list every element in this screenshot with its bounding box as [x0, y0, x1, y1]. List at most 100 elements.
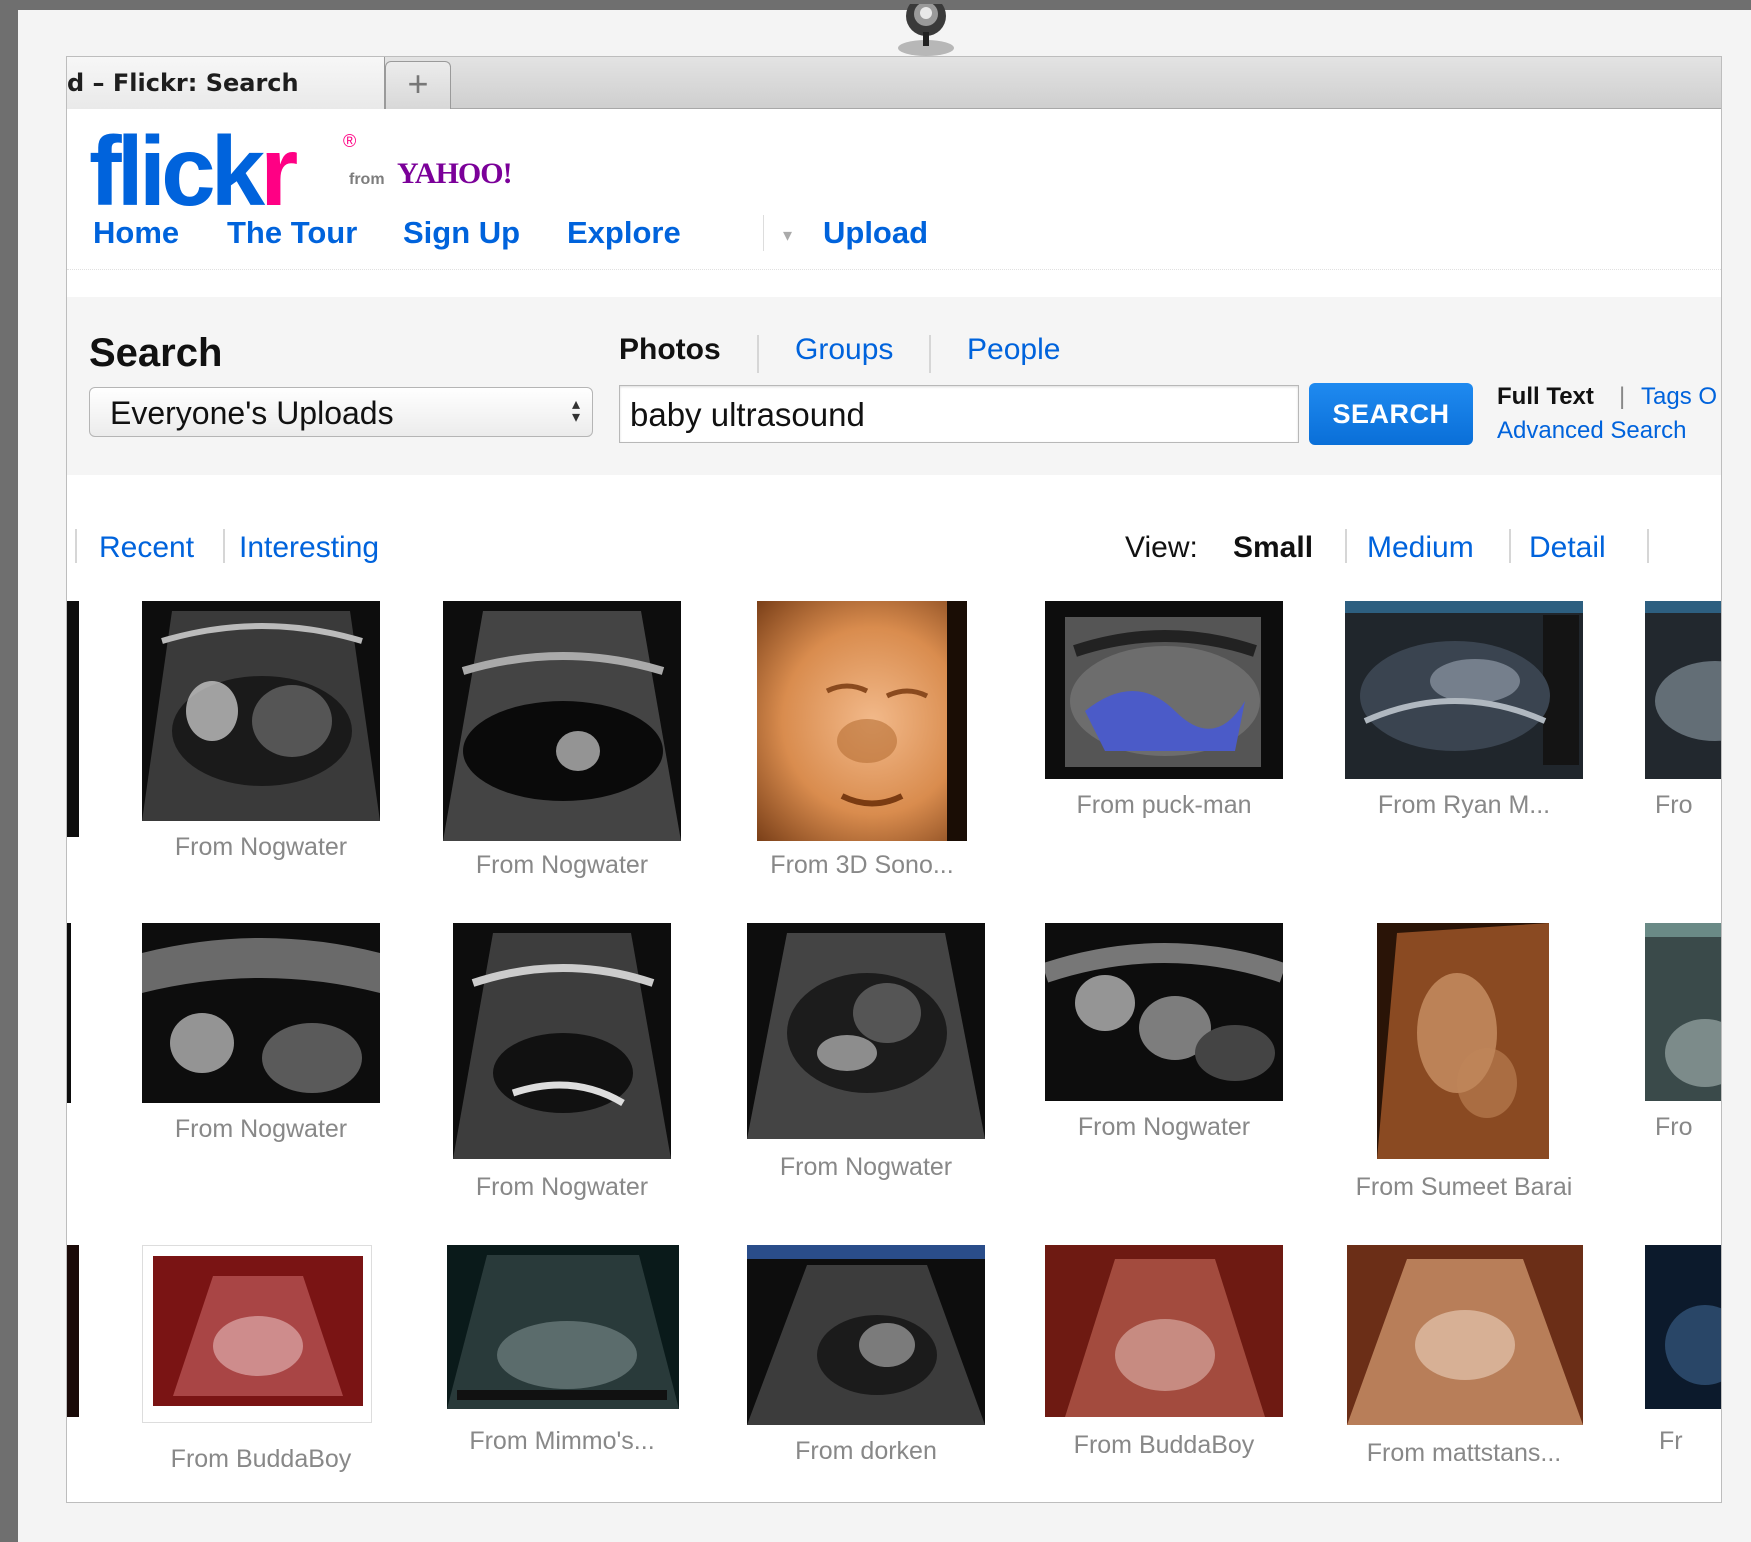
- photo-thumbnail[interactable]: [142, 923, 380, 1103]
- ultrasound-image: [1065, 617, 1261, 767]
- photo-thumbnail[interactable]: [142, 1245, 372, 1423]
- view-small[interactable]: Small: [1233, 531, 1313, 565]
- tab-separator: [929, 335, 931, 373]
- nav-sign-up[interactable]: Sign Up: [403, 215, 520, 251]
- yahoo-logo: YAHOO!: [397, 157, 513, 190]
- from-label: from: [349, 171, 385, 188]
- photo-thumbnail[interactable]: [1045, 601, 1283, 779]
- plus-icon: +: [407, 63, 429, 104]
- search-input-value: baby ultrasound: [630, 396, 865, 433]
- photo-thumbnail[interactable]: [1345, 601, 1583, 779]
- photo-thumbnail[interactable]: [1045, 923, 1283, 1101]
- view-separator: [1345, 529, 1347, 563]
- flickr-logo[interactable]: flickr ®: [89, 115, 356, 228]
- ultrasound-image: [142, 938, 380, 1093]
- photo-caption[interactable]: From Nogwater: [443, 1173, 681, 1202]
- ultrasound-image: [1665, 1305, 1721, 1385]
- photo-thumbnail[interactable]: [1645, 601, 1721, 779]
- 3d-ultrasound-face: [825, 601, 967, 841]
- browser-tab[interactable]: d – Flickr: Search: [67, 57, 385, 109]
- photo-thumbnail[interactable]: [1347, 1245, 1583, 1425]
- photo-caption[interactable]: From Nogwater: [747, 1153, 985, 1182]
- view-separator: [1647, 529, 1649, 563]
- nav-rule: [67, 269, 1721, 270]
- view-label: View:: [1125, 531, 1198, 564]
- sepia-ultrasound-image: [1347, 1259, 1583, 1425]
- photo-caption[interactable]: From BuddaBoy: [1045, 1431, 1283, 1460]
- nav-home[interactable]: Home: [93, 215, 179, 251]
- photo-thumbnail[interactable]: [447, 1245, 679, 1409]
- view-detail[interactable]: Detail: [1529, 531, 1606, 565]
- search-input[interactable]: baby ultrasound: [619, 385, 1299, 443]
- sort-separator: [223, 529, 225, 563]
- photo-caption[interactable]: From Ryan M...: [1345, 791, 1583, 820]
- photo-caption[interactable]: From Nogwater: [443, 851, 681, 880]
- photo-thumbnail[interactable]: [443, 601, 681, 841]
- ultrasound-image: [747, 933, 985, 1139]
- scope-select[interactable]: Everyone's Uploads ▴ ▾: [89, 387, 593, 437]
- results-toolbar: Recent Interesting View: Small Medium De…: [67, 525, 1721, 573]
- photo-thumbnail[interactable]: [1377, 923, 1549, 1159]
- tab-photos[interactable]: Photos: [619, 333, 721, 367]
- photo-caption[interactable]: Fr: [1659, 1427, 1721, 1456]
- registered-mark: ®: [343, 131, 357, 151]
- tab-groups[interactable]: Groups: [795, 333, 893, 367]
- photo-thumbnail[interactable]: [67, 923, 71, 1103]
- tab-title: d – Flickr: Search: [67, 69, 299, 97]
- ultrasound-image: [453, 933, 671, 1159]
- updown-arrow-icon: ▴ ▾: [571, 396, 580, 426]
- search-heading: Search: [89, 331, 223, 375]
- photo-caption[interactable]: From puck-man: [1045, 791, 1283, 820]
- photo-caption[interactable]: From Nogwater: [1045, 1113, 1283, 1142]
- photo-caption[interactable]: From Nogwater: [142, 1115, 380, 1144]
- nav-upload[interactable]: Upload: [823, 215, 928, 251]
- photo-thumbnail[interactable]: [757, 601, 967, 841]
- chevron-down-icon[interactable]: ▾: [783, 225, 792, 246]
- photo-caption[interactable]: From mattstans...: [1345, 1439, 1583, 1468]
- sort-separator: [75, 529, 77, 563]
- photo-caption[interactable]: From dorken: [747, 1437, 985, 1466]
- browser-window: d – Flickr: Search + flickr ® from YAHOO…: [66, 56, 1722, 1503]
- photo-caption[interactable]: From Mimmo's...: [443, 1427, 681, 1456]
- view-medium[interactable]: Medium: [1367, 531, 1474, 565]
- ultrasound-image: [142, 611, 380, 821]
- option-separator: |: [1619, 383, 1626, 410]
- photo-thumbnail[interactable]: [747, 923, 985, 1139]
- scope-select-value: Everyone's Uploads: [110, 395, 394, 431]
- search-panel: Search Photos Groups People Everyone's U…: [67, 297, 1721, 475]
- photo-caption[interactable]: From Sumeet Barai: [1345, 1173, 1583, 1202]
- tags-only-link[interactable]: Tags O: [1641, 383, 1717, 411]
- photo-thumbnail[interactable]: [67, 1245, 79, 1417]
- logo-text: flick: [89, 116, 265, 226]
- photo-thumbnail[interactable]: [453, 923, 671, 1159]
- new-tab-button[interactable]: +: [385, 61, 451, 109]
- nav-explore[interactable]: Explore: [567, 215, 681, 251]
- sort-recent[interactable]: Recent: [99, 531, 194, 565]
- ultrasound-image: [443, 611, 681, 841]
- ultrasound-image: [1345, 601, 1583, 765]
- red-ultrasound-image: [1065, 1259, 1265, 1417]
- nav-the-tour[interactable]: The Tour: [227, 215, 357, 251]
- sort-interesting[interactable]: Interesting: [239, 531, 379, 565]
- red-ultrasound-image: [153, 1256, 363, 1406]
- search-button[interactable]: SEARCH: [1309, 383, 1473, 445]
- photo-caption[interactable]: Fro: [1655, 791, 1721, 820]
- photo-thumbnail[interactable]: [1645, 923, 1721, 1101]
- ultrasound-image: [1645, 923, 1721, 1087]
- view-separator: [1509, 529, 1511, 563]
- photo-thumbnail[interactable]: [142, 601, 380, 821]
- photo-thumbnail[interactable]: [67, 601, 79, 837]
- logo-text-r: r: [260, 116, 298, 226]
- photo-caption[interactable]: Fro: [1655, 1113, 1721, 1142]
- photo-thumbnail[interactable]: [1645, 1245, 1721, 1409]
- photo-caption[interactable]: From Nogwater: [142, 833, 380, 862]
- photo-thumbnail[interactable]: [747, 1245, 985, 1425]
- photo-caption[interactable]: From BuddaBoy: [142, 1445, 380, 1474]
- advanced-search-link[interactable]: Advanced Search: [1497, 417, 1686, 445]
- photo-thumbnail[interactable]: [1045, 1245, 1283, 1417]
- photo-caption[interactable]: From 3D Sono...: [757, 851, 967, 880]
- full-text-option[interactable]: Full Text: [1497, 383, 1594, 411]
- ultrasound-image: [747, 1245, 985, 1425]
- tab-people[interactable]: People: [967, 333, 1060, 367]
- nav-divider: [763, 215, 764, 251]
